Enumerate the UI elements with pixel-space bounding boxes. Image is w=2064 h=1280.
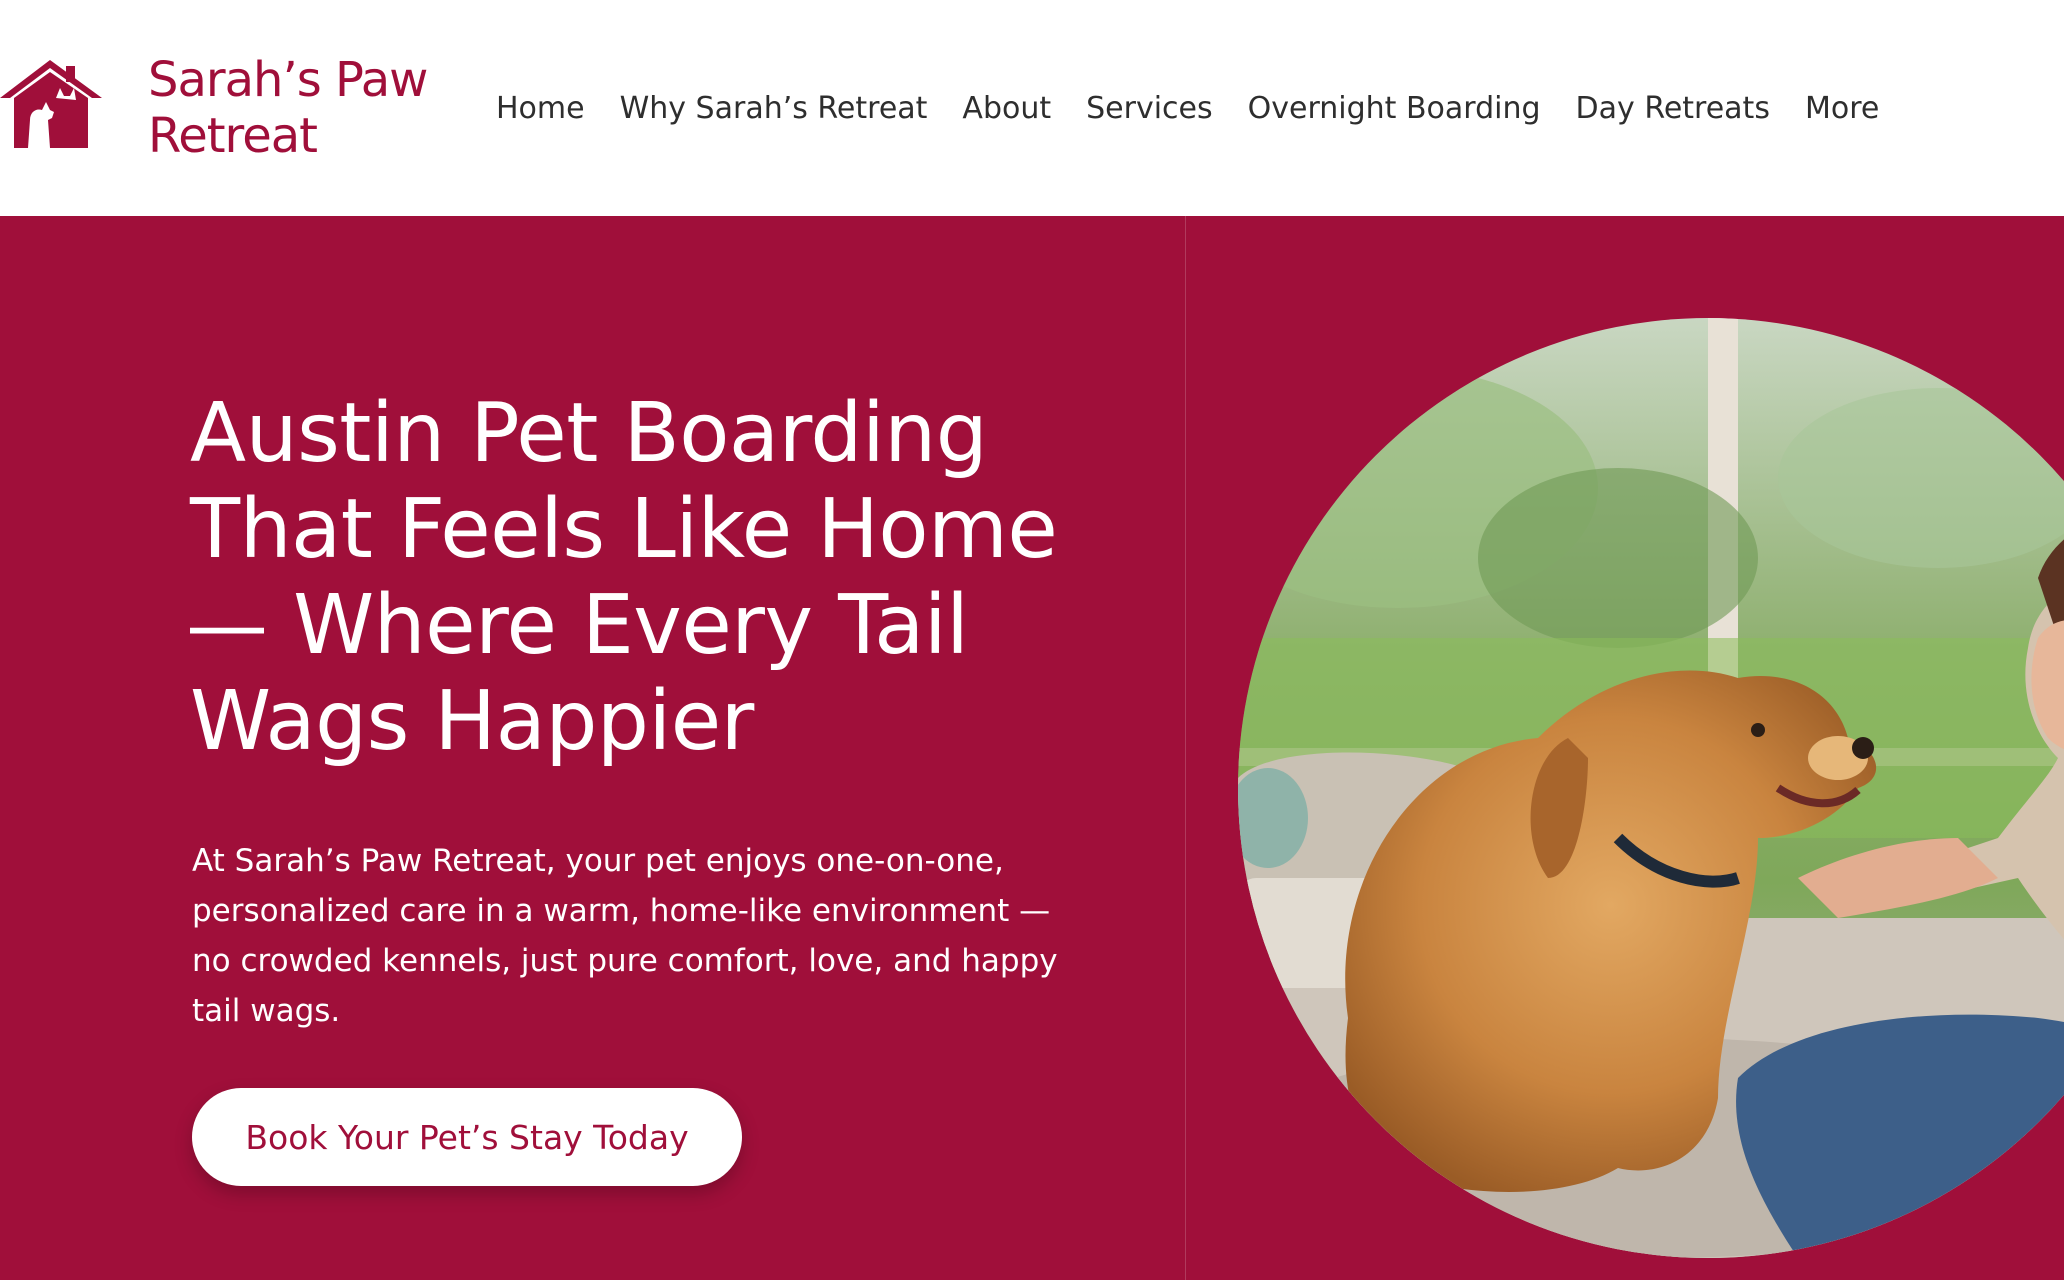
nav-day-retreats[interactable]: Day Retreats: [1576, 91, 1770, 126]
brand-name[interactable]: Sarah’s Paw Retreat: [148, 52, 428, 164]
book-stay-button[interactable]: Book Your Pet’s Stay Today: [192, 1088, 742, 1186]
hero-description: At Sarah’s Paw Retreat, your pet enjoys …: [192, 836, 1132, 1036]
site-header: Sarah’s Paw Retreat Home Why Sarah’s Ret…: [0, 0, 2064, 216]
hero-headline: Austin Pet Boarding That Feels Like Home…: [186, 386, 1110, 770]
hero-divider: [1185, 216, 1186, 1280]
hero-description-line: At Sarah’s Paw Retreat, your pet enjoys …: [192, 843, 1004, 879]
brand-name-line2: Retreat: [148, 108, 318, 164]
hero-description-line: tail wags.: [192, 993, 341, 1029]
nav-overnight-boarding[interactable]: Overnight Boarding: [1248, 91, 1541, 126]
nav-about[interactable]: About: [962, 91, 1051, 126]
nav-services[interactable]: Services: [1086, 91, 1213, 126]
nav-why-sarahs-retreat[interactable]: Why Sarah’s Retreat: [620, 91, 928, 126]
hero-headline-line: Austin Pet Boarding: [190, 386, 988, 481]
hero-headline-line: That Feels Like Home: [190, 482, 1058, 577]
brand-name-line1: Sarah’s Paw: [148, 52, 428, 108]
hero-headline-line: Wags Happier: [190, 674, 754, 769]
nav-more[interactable]: More: [1805, 91, 1879, 126]
hero-description-line: no crowded kennels, just pure comfort, l…: [192, 943, 1058, 979]
hero-section: Austin Pet Boarding That Feels Like Home…: [0, 216, 2064, 1280]
hero-headline-line: — Where Every Tail: [186, 578, 969, 673]
hero-description-line: personalized care in a warm, home-like e…: [192, 893, 1051, 929]
nav-home[interactable]: Home: [496, 91, 585, 126]
main-nav: Home Why Sarah’s Retreat About Services …: [496, 86, 1879, 130]
hero-photo-woman-with-dog: [1238, 318, 2064, 1258]
house-pet-logo-icon[interactable]: [0, 58, 104, 150]
